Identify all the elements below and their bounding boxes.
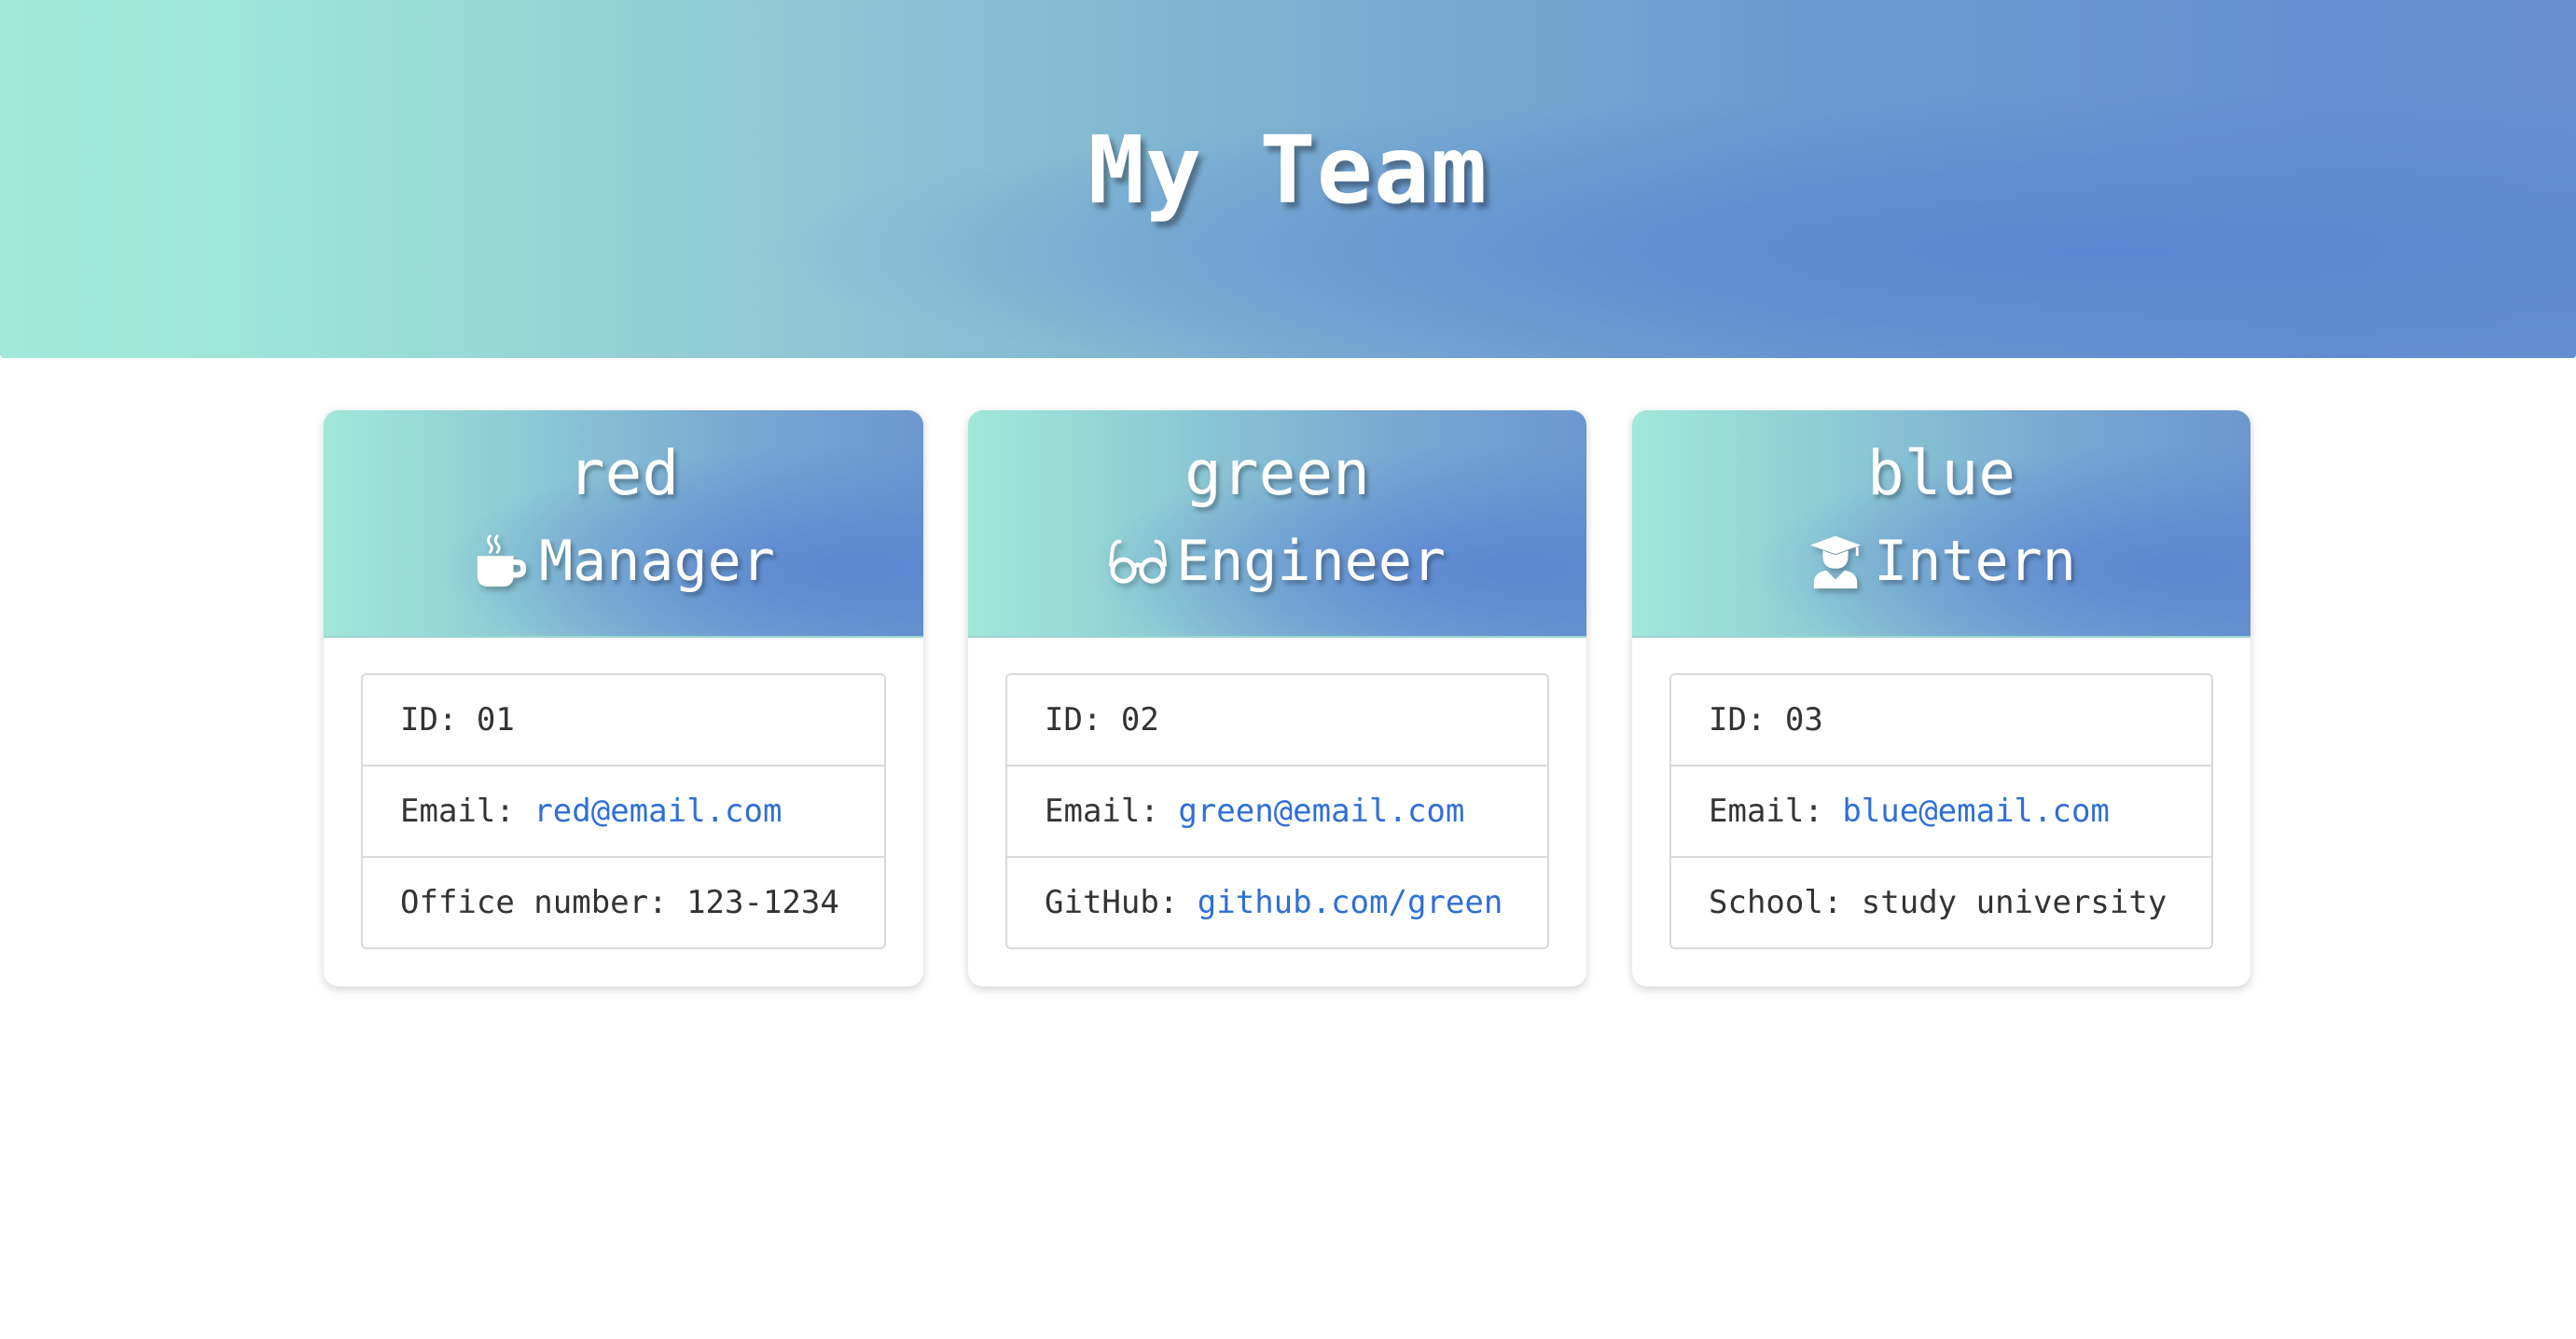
email-link[interactable]: red@email.com	[533, 793, 782, 830]
github-label: GitHub:	[1045, 884, 1179, 921]
school-value: study university	[1861, 884, 2167, 921]
role-label: Manager	[539, 529, 775, 594]
info-list: ID: 03 Email: blue@email.com School: stu…	[1669, 673, 2213, 949]
page-title: My Team	[1087, 116, 1489, 225]
glasses-icon	[1109, 532, 1167, 590]
employee-name: green	[1184, 437, 1370, 509]
school-row: School: study university	[1671, 856, 2211, 947]
employee-role: Manager	[324, 524, 923, 599]
email-label: Email:	[1045, 793, 1159, 830]
role-label: Engineer	[1176, 529, 1446, 594]
email-label: Email:	[400, 793, 515, 830]
employee-role: Intern	[1632, 524, 2251, 599]
github-row: GitHub: github.com/green	[1007, 856, 1547, 947]
employee-name: blue	[1867, 437, 2015, 509]
employee-card-manager: red Manager ID: 01 Email: red@email.com …	[324, 410, 923, 987]
id-value: 02	[1120, 701, 1159, 739]
id-value: 03	[1784, 701, 1823, 739]
email-label: Email:	[1709, 793, 1823, 830]
employee-role: Engineer	[968, 524, 1586, 599]
id-row: ID: 03	[1671, 675, 2211, 765]
id-label: ID:	[1709, 701, 1766, 739]
email-row: Email: blue@email.com	[1671, 765, 2211, 856]
id-value: 01	[476, 701, 515, 739]
card-header: green Engineer	[968, 410, 1586, 638]
school-label: School:	[1709, 884, 1843, 921]
card-header: red Manager	[324, 410, 923, 638]
email-link[interactable]: blue@email.com	[1842, 793, 2110, 830]
id-row: ID: 01	[363, 675, 884, 765]
employee-card-engineer: green Engineer ID: 02 Email: green@email…	[968, 410, 1586, 987]
office-number-value: 123-1234	[686, 884, 839, 921]
email-row: Email: green@email.com	[1007, 765, 1547, 856]
github-link[interactable]: github.com/green	[1198, 884, 1503, 921]
graduate-icon	[1807, 532, 1864, 590]
email-row: Email: red@email.com	[363, 765, 884, 856]
id-label: ID:	[400, 701, 458, 739]
id-row: ID: 02	[1007, 675, 1547, 765]
role-label: Intern	[1874, 529, 2076, 594]
coffee-mug-icon	[472, 532, 530, 590]
email-link[interactable]: green@email.com	[1178, 793, 1464, 830]
page-header: My Team	[0, 0, 2576, 358]
info-list: ID: 02 Email: green@email.com GitHub: gi…	[1005, 673, 1549, 949]
card-header: blue Intern	[1632, 410, 2251, 638]
office-number-label: Office number:	[400, 884, 668, 921]
employee-card-intern: blue Intern ID: 03 Email: blue@email.com…	[1632, 410, 2251, 987]
employee-name: red	[567, 437, 680, 509]
id-label: ID:	[1045, 701, 1102, 739]
info-list: ID: 01 Email: red@email.com Office numbe…	[361, 673, 886, 949]
office-number-row: Office number: 123-1234	[363, 856, 884, 947]
